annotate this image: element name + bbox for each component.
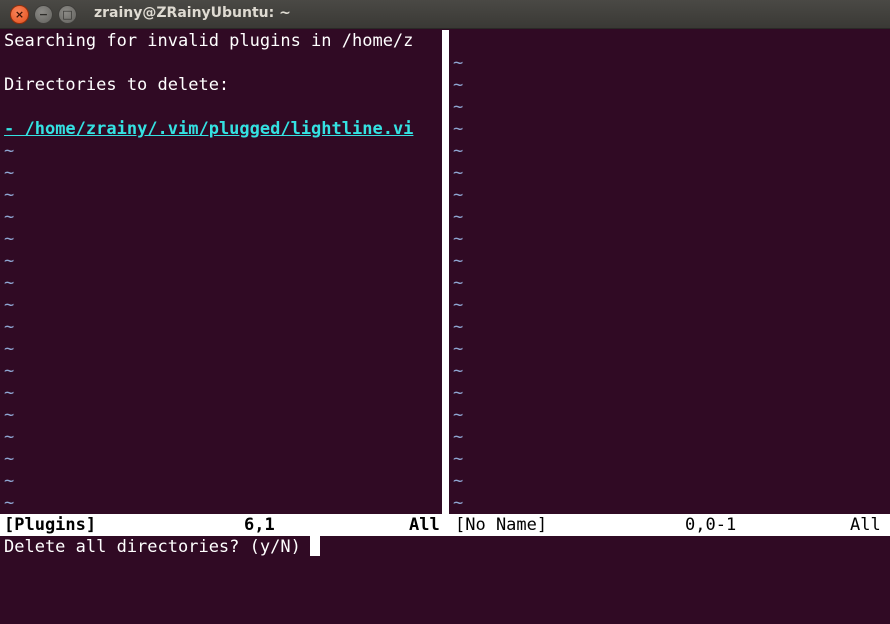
tilde-marker: ~	[453, 471, 464, 491]
tilde-marker: ~	[4, 273, 15, 293]
tilde-marker: ~	[4, 317, 15, 337]
status-scroll: All	[409, 515, 440, 535]
delete-path-prefix: -	[4, 119, 25, 139]
command-prompt: Delete all directories? (y/N)	[4, 537, 301, 557]
status-cursor-position: 0,0-1	[685, 515, 737, 535]
tilde-marker: ~	[4, 185, 15, 205]
tilde-marker: ~	[453, 97, 464, 117]
tilde-marker: ~	[453, 449, 464, 469]
tilde-marker: ~	[453, 317, 464, 337]
tilde-marker: ~	[4, 251, 15, 271]
status-scroll: All	[850, 515, 881, 535]
tilde-marker: ~	[4, 361, 15, 381]
buffer-line	[4, 52, 442, 74]
tilde-marker: ~	[453, 141, 464, 161]
terminal-window: × − □ zrainy@ZRainyUbuntu: ~ Searching f…	[0, 0, 890, 559]
tilde-marker: ~	[4, 493, 15, 513]
buffer-line: Directories to delete:	[4, 75, 230, 95]
maximize-icon[interactable]: □	[58, 5, 77, 24]
empty-lines: ~ ~ ~ ~ ~ ~ ~ ~ ~ ~ ~ ~ ~ ~ ~ ~ ~ ~ ~ ~ ~	[453, 30, 890, 514]
tilde-marker: ~	[4, 471, 15, 491]
tilde-marker: ~	[453, 361, 464, 381]
tilde-marker: ~	[4, 449, 15, 469]
window-title: zrainy@ZRainyUbuntu: ~	[94, 5, 291, 21]
tilde-marker: ~	[453, 427, 464, 447]
tilde-marker: ~	[4, 141, 15, 161]
vertical-split-divider[interactable]	[442, 30, 453, 514]
tilde-marker: ~	[4, 427, 15, 447]
status-buffer-name: [No Name]	[455, 515, 548, 535]
tilde-marker: ~	[453, 119, 464, 139]
buffer-line: Searching for invalid plugins in /home/z	[4, 31, 414, 51]
tilde-marker: ~	[4, 405, 15, 425]
divider-bar	[442, 30, 449, 514]
tilde-marker: ~	[453, 405, 464, 425]
tilde-marker: ~	[4, 383, 15, 403]
tilde-marker: ~	[453, 273, 464, 293]
tilde-marker: ~	[453, 53, 464, 73]
statusline-no-name: [No Name] 0,0-1 All	[453, 514, 890, 536]
tilde-marker: ~	[453, 207, 464, 227]
tilde-marker: ~	[453, 75, 464, 95]
tilde-marker: ~	[453, 163, 464, 183]
tilde-marker: ~	[453, 185, 464, 205]
command-line[interactable]: Delete all directories? (y/N)	[4, 536, 320, 558]
text-cursor	[309, 536, 320, 556]
delete-path-link[interactable]: /home/zrainy/.vim/plugged/lightline.vi	[24, 119, 413, 139]
terminal-area[interactable]: Searching for invalid plugins in /home/z…	[0, 28, 890, 559]
first-line	[453, 30, 890, 52]
tilde-marker: ~	[453, 493, 464, 513]
buffer-line	[4, 96, 442, 118]
status-cursor-position: 6,1	[244, 515, 275, 535]
tilde-marker: ~	[4, 339, 15, 359]
tilde-marker: ~	[453, 339, 464, 359]
status-buffer-name: [Plugins]	[4, 515, 97, 535]
close-icon[interactable]: ×	[10, 5, 29, 24]
vim-pane-plugins[interactable]: Searching for invalid plugins in /home/z…	[4, 30, 442, 514]
tilde-marker: ~	[453, 229, 464, 249]
tilde-marker: ~	[453, 295, 464, 315]
tilde-marker: ~	[4, 229, 15, 249]
empty-lines: ~ ~ ~ ~ ~ ~ ~ ~ ~ ~ ~ ~ ~ ~ ~ ~ ~	[4, 140, 442, 514]
vim-pane-no-name[interactable]: ~ ~ ~ ~ ~ ~ ~ ~ ~ ~ ~ ~ ~ ~ ~ ~ ~ ~ ~ ~ ~	[453, 30, 890, 514]
tilde-marker: ~	[453, 251, 464, 271]
titlebar: × − □ zrainy@ZRainyUbuntu: ~	[0, 0, 890, 29]
statusline-plugins: [Plugins] 6,1 All	[0, 514, 453, 536]
tilde-marker: ~	[4, 207, 15, 227]
tilde-marker: ~	[4, 163, 15, 183]
tilde-marker: ~	[453, 383, 464, 403]
tilde-marker: ~	[4, 295, 15, 315]
minimize-icon[interactable]: −	[34, 5, 53, 24]
buffer-line-delete-item: - /home/zrainy/.vim/plugged/lightline.vi	[4, 118, 442, 140]
